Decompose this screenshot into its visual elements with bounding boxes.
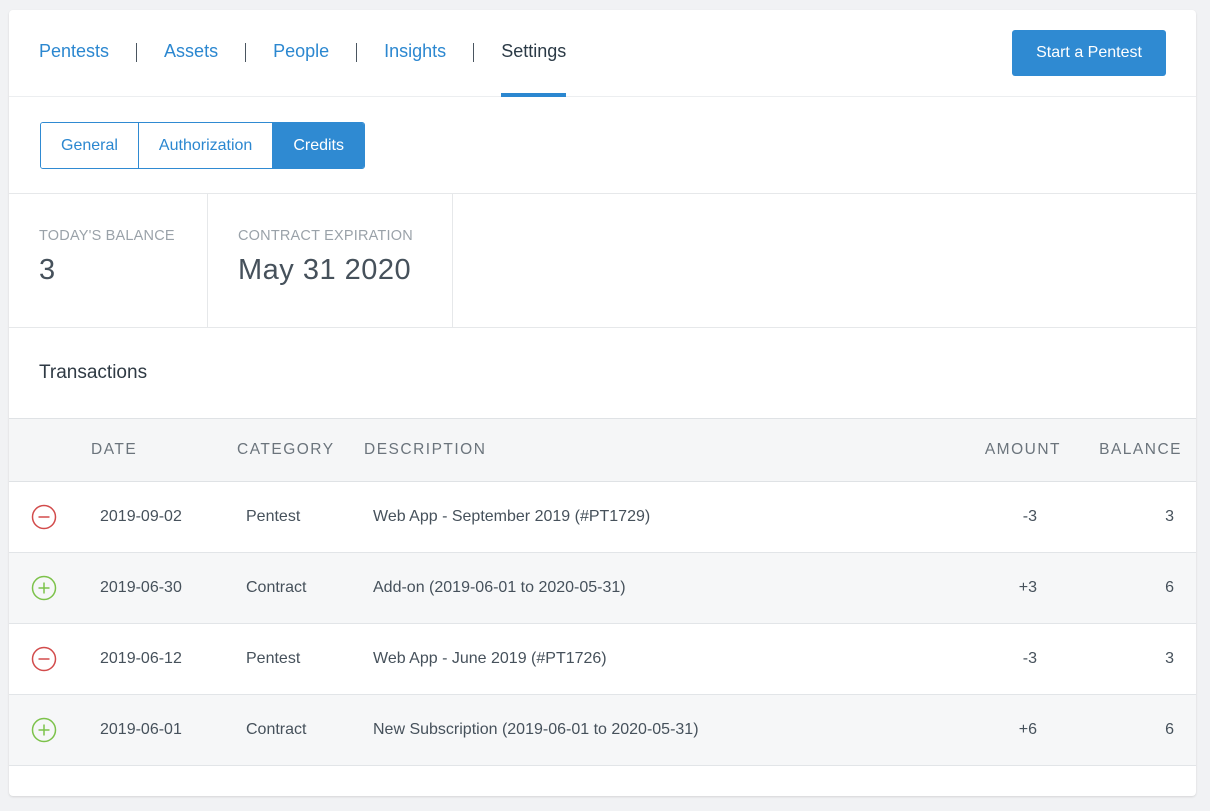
transactions-header: Transactions [9,328,1196,419]
row-category: Contract [246,720,307,738]
row-date: 2019-06-12 [100,649,182,667]
top-nav: Pentests Assets People Insights Settings… [9,10,1196,97]
transactions-title: Transactions [39,362,148,383]
table-row[interactable]: 2019-06-30 Contract Add-on (2019-06-01 t… [9,552,1196,623]
col-date[interactable]: DATE [91,419,237,481]
tab-general[interactable]: General [41,123,139,168]
expiration-stat: CONTRACT EXPIRATION May 31 2020 [208,194,453,327]
row-description: Add-on (2019-06-01 to 2020-05-31) [373,578,626,596]
balance-stat: TODAY'S BALANCE 3 [9,194,208,327]
table-row[interactable]: 2019-09-02 Pentest Web App - September 2… [9,481,1196,552]
minus-circle-icon [31,504,57,530]
nav-assets[interactable]: Assets [164,10,218,97]
col-category[interactable]: CATEGORY [237,419,364,481]
table-row[interactable]: 2019-06-01 Contract New Subscription (20… [9,694,1196,765]
col-icon [9,419,91,481]
table-header-row: DATE CATEGORY DESCRIPTION AMOUNT BALANCE [9,419,1196,481]
col-amount[interactable]: AMOUNT [954,419,1063,481]
tab-authorization[interactable]: Authorization [138,123,274,168]
row-date: 2019-09-02 [100,507,182,525]
start-pentest-button[interactable]: Start a Pentest [1012,30,1166,76]
nav-people[interactable]: People [273,10,329,97]
minus-circle-icon [31,646,57,672]
subtabs-row: General Authorization Credits [9,97,1196,194]
row-balance: 6 [1165,720,1174,738]
nav-pentests[interactable]: Pentests [39,10,109,97]
balance-value: 3 [39,254,56,286]
row-amount: +6 [1018,720,1037,738]
plus-circle-icon [31,717,57,743]
row-date: 2019-06-01 [100,720,182,738]
nav-separator [136,43,138,62]
row-description: New Subscription (2019-06-01 to 2020-05-… [373,720,699,738]
row-balance: 3 [1165,649,1174,667]
table-row[interactable]: 2019-06-12 Pentest Web App - June 2019 (… [9,623,1196,694]
nav-insights[interactable]: Insights [384,10,446,97]
tab-credits[interactable]: Credits [273,123,364,168]
row-amount: +3 [1018,578,1037,596]
col-balance[interactable]: BALANCE [1063,419,1196,481]
settings-subtabs: General Authorization Credits [40,122,365,169]
nav-separator [245,43,247,62]
row-category: Contract [246,578,307,596]
balance-label: TODAY'S BALANCE [39,228,175,244]
col-description[interactable]: DESCRIPTION [364,419,954,481]
nav-settings[interactable]: Settings [501,10,567,97]
row-description: Web App - June 2019 (#PT1726) [373,649,607,667]
row-amount: -3 [1022,507,1037,525]
expiration-value: May 31 2020 [238,254,412,286]
row-amount: -3 [1022,649,1037,667]
nav-links: Pentests Assets People Insights Settings [39,10,567,97]
credit-stats: TODAY'S BALANCE 3 CONTRACT EXPIRATION Ma… [9,194,1196,328]
row-date: 2019-06-30 [100,578,182,596]
expiration-label: CONTRACT EXPIRATION [238,228,413,244]
nav-separator [356,43,358,62]
plus-circle-icon [31,575,57,601]
row-balance: 6 [1165,578,1174,596]
transactions-table: DATE CATEGORY DESCRIPTION AMOUNT BALANCE… [9,419,1196,766]
nav-separator [473,43,475,62]
settings-card: Pentests Assets People Insights Settings… [9,10,1196,796]
row-balance: 3 [1165,507,1174,525]
row-description: Web App - September 2019 (#PT1729) [373,507,651,525]
row-category: Pentest [246,507,301,525]
row-category: Pentest [246,649,301,667]
